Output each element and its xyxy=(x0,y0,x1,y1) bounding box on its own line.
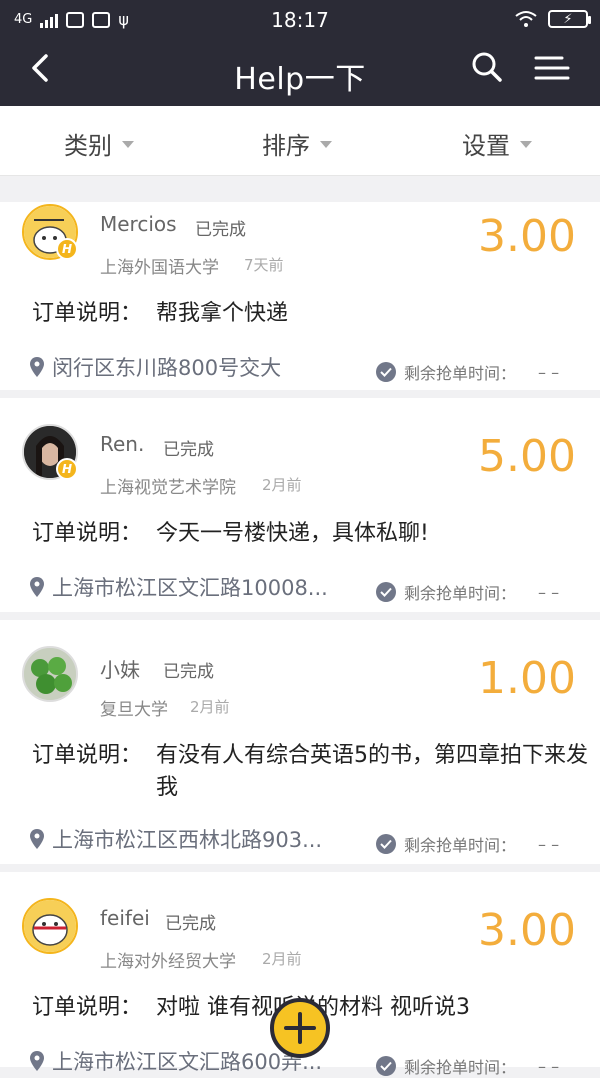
check-circle-icon xyxy=(376,362,396,382)
location-text: 闵行区东川路800号交大 xyxy=(52,356,282,380)
order-status: 已完成 xyxy=(163,662,214,682)
wifi-icon xyxy=(515,11,537,27)
menu-icon[interactable] xyxy=(532,54,572,82)
helper-badge-icon: H xyxy=(56,238,78,260)
search-icon[interactable] xyxy=(470,50,504,84)
user-name: Mercios xyxy=(100,212,177,236)
location[interactable]: 上海市松江区文汇路600弄... xyxy=(30,1046,322,1076)
avatar[interactable] xyxy=(22,646,78,702)
description-text: 有没有人有综合英语5的书，第四章拍下来发我 xyxy=(156,743,588,800)
battery-icon: ⚡ xyxy=(548,10,591,28)
school-name: 复旦大学 xyxy=(100,700,168,720)
order-status: 已完成 xyxy=(165,914,216,934)
user-name: feifei xyxy=(100,906,150,930)
check-circle-icon xyxy=(376,834,396,854)
grab-timer: 剩余抢单时间： – – xyxy=(376,360,559,384)
description-text: 今天一号楼快递，具体私聊! xyxy=(156,521,429,546)
description-label: 订单说明： xyxy=(32,521,143,546)
location-text: 上海市松江区文汇路10008... xyxy=(52,576,328,600)
location-pin-icon xyxy=(30,1051,44,1071)
school-name: 上海对外经贸大学 xyxy=(100,952,236,972)
order-description: 订单说明： 帮我拿个快递 xyxy=(32,298,590,330)
cartoon-avatar-icon xyxy=(24,900,76,952)
timer-label: 剩余抢单时间： xyxy=(404,364,517,383)
status-right: ⚡ xyxy=(514,10,591,28)
timer-label: 剩余抢单时间： xyxy=(404,1058,517,1077)
timer-value: – – xyxy=(538,834,560,854)
caret-down-icon xyxy=(320,141,332,148)
price: 5.00 xyxy=(478,431,576,482)
order-card[interactable]: H Ren. 已完成 上海视觉艺术学院 2月前 5.00 订单说明： 今天一号楼快… xyxy=(0,398,600,612)
photo-avatar-icon xyxy=(24,648,76,700)
time-ago: 7天前 xyxy=(244,256,284,274)
clock: 18:17 xyxy=(271,8,329,32)
location[interactable]: 上海市松江区西林北路903... xyxy=(30,824,322,854)
description-label: 订单说明： xyxy=(32,995,143,1020)
helper-badge-icon: H xyxy=(56,458,78,480)
filter-sort[interactable]: 排序 xyxy=(262,126,332,161)
timer-label: 剩余抢单时间： xyxy=(404,584,517,603)
location[interactable]: 闵行区东川路800号交大 xyxy=(30,352,281,382)
timer-label: 剩余抢单时间： xyxy=(404,836,517,855)
location-text: 上海市松江区西林北路903... xyxy=(52,828,323,852)
order-status: 已完成 xyxy=(195,220,246,240)
user-name: Ren. xyxy=(100,432,145,456)
price: 3.00 xyxy=(478,211,576,262)
location-pin-icon xyxy=(30,577,44,597)
order-description: 订单说明： 有没有人有综合英语5的书，第四章拍下来发我 xyxy=(32,740,590,804)
check-circle-icon xyxy=(376,582,396,602)
timer-value: – – xyxy=(538,362,560,382)
time-ago: 2月前 xyxy=(262,476,302,494)
check-circle-icon xyxy=(376,1056,396,1076)
order-card[interactable]: 小妹 已完成 复旦大学 2月前 1.00 订单说明： 有没有人有综合英语5的书，第… xyxy=(0,620,600,864)
school-name: 上海外国语大学 xyxy=(100,258,219,278)
plus-icon xyxy=(284,1012,316,1044)
description-label: 订单说明： xyxy=(32,301,143,326)
filter-label: 设置 xyxy=(462,132,510,160)
filter-category[interactable]: 类别 xyxy=(64,126,134,161)
filter-label: 排序 xyxy=(262,132,310,160)
grab-timer: 剩余抢单时间： – – xyxy=(376,580,559,604)
order-status: 已完成 xyxy=(163,440,214,460)
user-name: 小妹 xyxy=(100,658,140,682)
caret-down-icon xyxy=(122,141,134,148)
add-order-button[interactable] xyxy=(270,998,330,1058)
caret-down-icon xyxy=(520,141,532,148)
grab-timer: 剩余抢单时间： – – xyxy=(376,1054,559,1078)
description-text: 帮我拿个快递 xyxy=(156,301,289,326)
description-label: 订单说明： xyxy=(32,743,143,768)
filter-label: 类别 xyxy=(64,132,112,160)
filter-bar: 类别 排序 设置 xyxy=(0,106,600,176)
order-card[interactable]: H Mercios 已完成 上海外国语大学 7天前 3.00 订单说明： 帮我拿个… xyxy=(0,202,600,390)
time-ago: 2月前 xyxy=(190,698,230,716)
page-title: Help一下 xyxy=(234,62,366,97)
school-name: 上海视觉艺术学院 xyxy=(100,478,236,498)
price: 1.00 xyxy=(478,653,576,704)
timer-value: – – xyxy=(538,1056,560,1076)
avatar[interactable] xyxy=(22,898,78,954)
timer-value: – – xyxy=(538,582,560,602)
location[interactable]: 上海市松江区文汇路10008... xyxy=(30,572,328,602)
price: 3.00 xyxy=(478,905,576,956)
location-pin-icon xyxy=(30,829,44,849)
order-description: 订单说明： 今天一号楼快递，具体私聊! xyxy=(32,518,590,550)
time-ago: 2月前 xyxy=(262,950,302,968)
grab-timer: 剩余抢单时间： – – xyxy=(376,832,559,856)
filter-settings[interactable]: 设置 xyxy=(462,126,532,161)
description-text: 对啦 谁有视听说的材料 视听说3 xyxy=(156,995,470,1020)
nav-bar: Help一下 xyxy=(0,40,600,106)
location-pin-icon xyxy=(30,357,44,377)
status-bar: 4G ψ 18:17 ⚡ xyxy=(0,0,600,40)
